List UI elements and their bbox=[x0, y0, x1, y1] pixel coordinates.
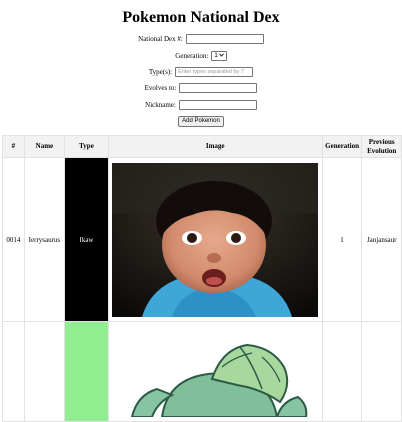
evolves-input[interactable] bbox=[179, 83, 258, 93]
child-photo bbox=[112, 162, 319, 317]
dex-input[interactable] bbox=[185, 34, 264, 44]
header-name: Name bbox=[23, 135, 66, 158]
evolves-label: Evolves to: bbox=[144, 83, 177, 92]
dex-label: National Dex #: bbox=[138, 34, 183, 43]
chevron-down-icon bbox=[218, 52, 224, 60]
cell-image bbox=[107, 157, 323, 322]
types-input[interactable]: Enter types separated by '/' bbox=[175, 67, 254, 77]
header-previous-evolution: Previous Evolution bbox=[361, 135, 402, 158]
evolves-row: Evolves to: bbox=[0, 83, 402, 93]
cell-number bbox=[2, 321, 25, 422]
dex-row: National Dex #: bbox=[0, 34, 402, 44]
header-generation: Generation bbox=[321, 135, 363, 158]
generation-select[interactable]: 1 bbox=[211, 51, 227, 61]
header-image: Image bbox=[107, 135, 323, 158]
add-pokemon-button[interactable]: Add Pokemon bbox=[178, 116, 224, 127]
nickname-input[interactable] bbox=[178, 100, 257, 110]
types-row: Type(s): Enter types separated by '/' bbox=[0, 67, 402, 77]
bulbasaur-image bbox=[131, 343, 308, 417]
generation-label: Generation: bbox=[175, 51, 209, 60]
cell-previous-evolution: Janjansaur bbox=[361, 157, 402, 322]
cell-type: Ikaw bbox=[64, 157, 109, 322]
page-title: Pokemon National Dex bbox=[122, 9, 280, 26]
cell-image bbox=[107, 321, 323, 422]
cell-name: Ierrysaurus bbox=[23, 157, 66, 322]
cell-generation bbox=[321, 321, 363, 422]
header-type: Type bbox=[64, 135, 109, 158]
pokedex-table: # Name Type Image Generation Previous Ev… bbox=[2, 135, 402, 422]
cell-generation: 1 bbox=[321, 157, 363, 322]
cell-number: 0014 bbox=[2, 157, 25, 322]
generation-row: Generation: 1 bbox=[0, 51, 402, 61]
generation-value: 1 bbox=[214, 53, 218, 59]
table-row: 0014 Ierrysaurus Ikaw 1 Janjansaur bbox=[2, 157, 402, 322]
types-label: Type(s): bbox=[148, 67, 173, 76]
nickname-label: Nickname: bbox=[145, 100, 176, 109]
cell-type bbox=[64, 321, 109, 422]
add-row: Add Pokemon bbox=[0, 116, 402, 127]
nickname-row: Nickname: bbox=[0, 100, 402, 110]
header-number: # bbox=[2, 135, 25, 158]
table-row bbox=[2, 321, 402, 422]
table-header-row: # Name Type Image Generation Previous Ev… bbox=[2, 135, 402, 158]
cell-name bbox=[23, 321, 66, 422]
cell-previous-evolution bbox=[361, 321, 402, 422]
